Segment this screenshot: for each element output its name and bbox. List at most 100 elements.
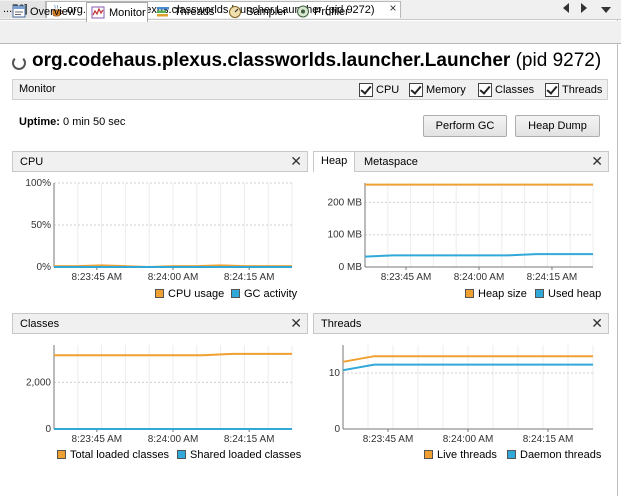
x-tick-label: 8:23:45 AM xyxy=(72,272,123,283)
memory-checkbox[interactable]: Memory xyxy=(409,83,466,97)
monitor-section-bar: Monitor CPU Memory Classes Threads xyxy=(12,79,608,100)
y-tick-label: 0 xyxy=(45,424,51,435)
legend-cpu-usage: CPU usage xyxy=(155,288,224,300)
cpu-chart: 100% 50% 0% 8:23:45 AM 8:24:00 AM 8:24:15 AM xyxy=(25,178,293,283)
close-tab-icon[interactable]: × xyxy=(387,0,399,17)
legend-swatch xyxy=(57,450,66,459)
uptime-value: 0 min 50 sec xyxy=(63,116,126,128)
loading-spinner-icon xyxy=(12,56,26,70)
threads-checkbox[interactable]: Threads xyxy=(545,83,602,97)
monitor-section-title: Monitor xyxy=(19,83,56,95)
tab-list-menu-icon[interactable] xyxy=(601,7,611,13)
cpu-panel-title: CPU xyxy=(20,156,44,168)
legend-swatch xyxy=(507,450,516,459)
y-tick-label: 0% xyxy=(37,262,52,273)
classes-panel-title: Classes xyxy=(20,318,60,330)
tab-heap[interactable]: Heap xyxy=(314,152,356,172)
x-tick-label: 8:24:15 AM xyxy=(523,434,574,445)
page-title: org.codehaus.plexus.classworlds.launcher… xyxy=(32,50,601,72)
tab-threads[interactable]: Threads xyxy=(152,2,220,22)
heap-dump-button[interactable]: Heap Dump xyxy=(515,115,600,137)
legend-swatch xyxy=(465,289,474,298)
x-tick-label: 8:24:15 AM xyxy=(224,434,275,445)
checkbox-label: Classes xyxy=(495,84,535,96)
tab-label: Profiler xyxy=(314,6,349,18)
heap-panel-header: Heap Metaspace ✕ xyxy=(313,151,609,172)
legend-label: Daemon threads xyxy=(520,449,602,461)
tab-overview[interactable]: Overview xyxy=(8,2,86,22)
legend-label: Heap size xyxy=(478,288,527,300)
threads-chart: 10 0 8:23:45 AM 8:24:00 AM 8:24:15 AM xyxy=(329,345,594,445)
legend-swatch xyxy=(155,289,164,298)
threads-panel-title: Threads xyxy=(321,318,362,330)
monitor-icon xyxy=(91,6,105,19)
legend-live-threads: Live threads xyxy=(424,449,497,461)
classes-checkbox[interactable]: Classes xyxy=(478,83,534,97)
process-id: (pid 9272) xyxy=(515,50,602,71)
perform-gc-button[interactable]: Perform GC xyxy=(423,115,507,137)
legend-swatch xyxy=(231,289,240,298)
scroll-left-icon[interactable] xyxy=(563,3,569,13)
heap-chart: 200 MB 100 MB 0 MB 8:23:45 AM 8:24:00 AM 8:24… xyxy=(328,183,594,283)
x-tick-label: 8:24:00 AM xyxy=(443,434,494,445)
y-tick-label: 10 xyxy=(329,368,341,379)
checkbox-label: CPU xyxy=(376,84,400,96)
legend-label: GC activity xyxy=(244,288,298,300)
uptime-label: Uptime: xyxy=(19,116,60,128)
window-edge xyxy=(617,19,618,496)
x-tick-label: 8:24:00 AM xyxy=(148,272,199,283)
x-tick-label: 8:23:45 AM xyxy=(72,434,123,445)
classes-chart: 2,000 0 8:23:45 AM 8:24:00 AM 8:24:15 AM xyxy=(26,345,293,445)
checkbox-checked-icon xyxy=(478,83,492,97)
y-tick-label: 100% xyxy=(25,178,51,189)
legend-label: CPU usage xyxy=(168,288,225,300)
x-tick-label: 8:23:45 AM xyxy=(363,434,414,445)
scroll-right-icon[interactable] xyxy=(581,3,587,13)
threads-panel-header: Threads ✕ xyxy=(313,313,609,334)
x-tick-label: 8:24:15 AM xyxy=(224,272,275,283)
legend-shared-loaded-classes: Shared loaded classes xyxy=(177,449,301,461)
x-tick-label: 8:24:00 AM xyxy=(148,434,199,445)
tab-sampler[interactable]: Sampler xyxy=(224,2,290,22)
threads-icon xyxy=(157,7,169,17)
tab-label: Monitor xyxy=(109,7,146,19)
x-tick-label: 8:24:00 AM xyxy=(454,272,505,283)
tab-metaspace[interactable]: Metaspace xyxy=(364,156,418,168)
y-tick-label: 50% xyxy=(31,220,51,231)
cpu-checkbox[interactable]: CPU xyxy=(359,83,399,97)
classes-panel-header: Classes ✕ xyxy=(12,313,308,334)
tab-profiler[interactable]: Profiler xyxy=(292,2,354,22)
checkbox-checked-icon xyxy=(359,83,373,97)
tab-label: Sampler xyxy=(246,6,287,18)
overview-icon xyxy=(12,5,26,18)
close-panel-icon[interactable]: ✕ xyxy=(290,153,302,170)
checkbox-label: Threads xyxy=(562,84,603,96)
legend-gc-activity: GC activity xyxy=(231,288,297,300)
legend-swatch xyxy=(535,289,544,298)
checkbox-checked-icon xyxy=(409,83,423,97)
tab-label: Overview xyxy=(30,6,76,18)
cpu-panel-header: CPU ✕ xyxy=(12,151,308,172)
application-name: org.codehaus.plexus.classworlds.launcher… xyxy=(32,50,511,71)
y-tick-label: 0 MB xyxy=(339,262,363,273)
checkbox-label: Memory xyxy=(426,84,466,96)
tab-label: Threads xyxy=(174,6,215,18)
x-tick-label: 8:24:15 AM xyxy=(527,272,578,283)
legend-daemon-threads: Daemon threads xyxy=(507,449,601,461)
legend-label: Total loaded classes xyxy=(70,449,170,461)
y-tick-label: 200 MB xyxy=(328,197,363,208)
sampler-icon xyxy=(229,6,241,18)
x-tick-label: 8:23:45 AM xyxy=(381,272,432,283)
close-panel-icon[interactable]: ✕ xyxy=(591,315,603,332)
close-panel-icon[interactable]: ✕ xyxy=(290,315,302,332)
legend-used-heap: Used heap xyxy=(535,288,601,300)
checkbox-checked-icon xyxy=(545,83,559,97)
y-tick-label: 2,000 xyxy=(26,377,51,388)
y-tick-label: 0 xyxy=(334,424,340,435)
tab-monitor[interactable]: Monitor xyxy=(86,2,148,22)
legend-swatch xyxy=(177,450,186,459)
close-panel-icon[interactable]: ✕ xyxy=(591,153,603,170)
uptime: Uptime: 0 min 50 sec xyxy=(19,116,125,128)
legend-label: Live threads xyxy=(437,449,497,461)
view-tab-strip xyxy=(0,21,621,44)
